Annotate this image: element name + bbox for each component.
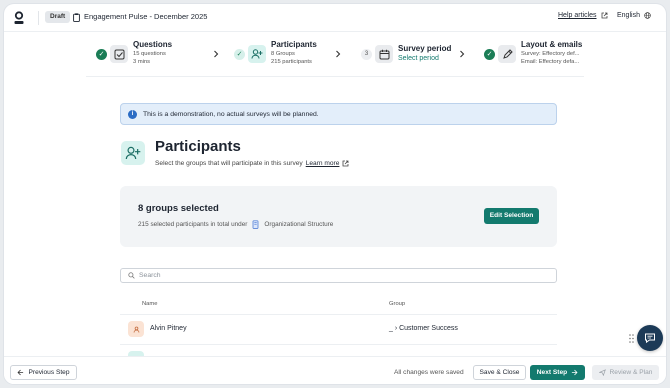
review-plan-label: Review & Plan xyxy=(609,369,653,376)
structure-name: Organizational Structure xyxy=(264,221,334,228)
chevron-right-icon xyxy=(336,50,341,58)
checkmark-icon: ✓ xyxy=(234,49,245,60)
page-subtitle-text: Select the groups that will participate … xyxy=(155,160,303,167)
checkmark-icon: ✓ xyxy=(96,49,107,60)
column-header-group[interactable]: Group xyxy=(389,301,405,307)
search-field[interactable] xyxy=(120,268,557,283)
previous-step-label: Previous Step xyxy=(28,369,70,376)
step-layout-email: Email: Effectory defa... xyxy=(521,59,580,65)
save-status: All changes were saved xyxy=(394,369,464,376)
clipboard-icon xyxy=(73,12,80,22)
app-window: Draft Engagement Pulse - December 2025 H… xyxy=(4,4,666,384)
selection-summary: 215 selected participants in total under… xyxy=(138,220,333,229)
step-questions-count: 15 questions xyxy=(133,51,166,57)
step-questions[interactable]: ✓ Questions 15 questions 3 mins xyxy=(96,40,172,70)
next-step-button[interactable]: Next Step xyxy=(530,365,585,380)
divider xyxy=(120,314,557,315)
step-participants-title: Participants xyxy=(271,40,317,49)
globe-icon xyxy=(644,12,651,19)
select-period-link[interactable]: Select period xyxy=(398,54,451,64)
learn-more-link[interactable]: Learn more xyxy=(306,160,340,167)
divider xyxy=(38,11,39,25)
add-user-icon xyxy=(121,141,145,165)
status-badge: Draft xyxy=(45,11,71,23)
add-user-icon xyxy=(248,45,266,63)
groups-selected-title: 8 groups selected xyxy=(138,203,219,214)
chat-icon xyxy=(645,333,655,344)
step-participants[interactable]: ✓ Participants 8 Groups 215 participants xyxy=(234,40,317,70)
save-close-button[interactable]: Save & Close xyxy=(473,365,526,380)
selection-summary-card: 8 groups selected 215 selected participa… xyxy=(120,186,557,247)
help-articles-label: Help articles xyxy=(558,12,597,19)
calendar-icon xyxy=(375,45,393,63)
language-selector[interactable]: English xyxy=(617,12,651,19)
step-number: 3 xyxy=(361,49,372,60)
avatar xyxy=(128,321,144,337)
drag-handle-icon[interactable] xyxy=(629,334,634,343)
logo-icon[interactable] xyxy=(14,11,24,25)
stepper: ✓ Questions 15 questions 3 mins ✓ Partic… xyxy=(86,32,584,77)
step-questions-title: Questions xyxy=(133,40,173,49)
search-icon xyxy=(128,272,135,279)
checkmark-icon: ✓ xyxy=(484,49,495,60)
step-layout-emails-title: Layout & emails xyxy=(521,40,583,49)
pen-icon xyxy=(498,45,516,63)
search-input[interactable] xyxy=(139,272,539,279)
demo-banner: i This is a demonstration, no actual sur… xyxy=(120,103,557,125)
info-icon: i xyxy=(128,109,137,119)
user-icon xyxy=(133,326,139,333)
step-participants-groups: 8 Groups xyxy=(271,51,295,57)
step-survey-period-title: Survey period xyxy=(398,44,452,53)
step-survey-period[interactable]: 3 Survey period Select period xyxy=(361,40,451,70)
chevron-right-icon xyxy=(460,50,465,58)
step-layout-emails[interactable]: ✓ Layout & emails Survey: Effectory def.… xyxy=(484,40,582,70)
page-title: Participants xyxy=(155,138,241,155)
divider xyxy=(120,344,557,345)
send-icon xyxy=(598,369,606,376)
arrow-left-icon xyxy=(17,369,24,376)
external-link-icon xyxy=(601,12,607,19)
survey-title-text: Engagement Pulse - December 2025 xyxy=(84,12,208,21)
language-label: English xyxy=(617,12,640,19)
selection-summary-text: 215 selected participants in total under xyxy=(138,221,248,228)
edit-selection-button[interactable]: Edit Selection xyxy=(484,208,539,224)
external-link-icon xyxy=(343,160,349,167)
question-check-icon xyxy=(110,45,128,63)
column-header-name[interactable]: Name xyxy=(142,301,157,307)
participant-group: _ › Customer Success xyxy=(389,325,458,332)
chat-button[interactable] xyxy=(637,325,663,351)
footer-bar: Previous Step All changes were saved Sav… xyxy=(4,356,666,384)
chevron-right-icon xyxy=(214,50,219,58)
step-layout-survey: Survey: Effectory def... xyxy=(521,51,580,57)
demo-banner-text: This is a demonstration, no actual surve… xyxy=(143,110,319,118)
help-articles-link[interactable]: Help articles xyxy=(558,12,608,19)
participant-name: Alvin Pitney xyxy=(150,325,187,332)
next-step-label: Next Step xyxy=(536,369,568,376)
page-subtitle: Select the groups that will participate … xyxy=(155,160,349,167)
arrow-right-icon xyxy=(572,369,578,376)
review-plan-button[interactable]: Review & Plan xyxy=(592,365,659,380)
step-participants-count: 215 participants xyxy=(271,59,312,65)
survey-title: Engagement Pulse - December 2025 xyxy=(73,11,207,23)
previous-step-button[interactable]: Previous Step xyxy=(10,365,77,380)
building-icon xyxy=(253,220,259,229)
top-bar: Draft Engagement Pulse - December 2025 H… xyxy=(4,4,666,32)
step-questions-duration: 3 mins xyxy=(133,59,151,65)
